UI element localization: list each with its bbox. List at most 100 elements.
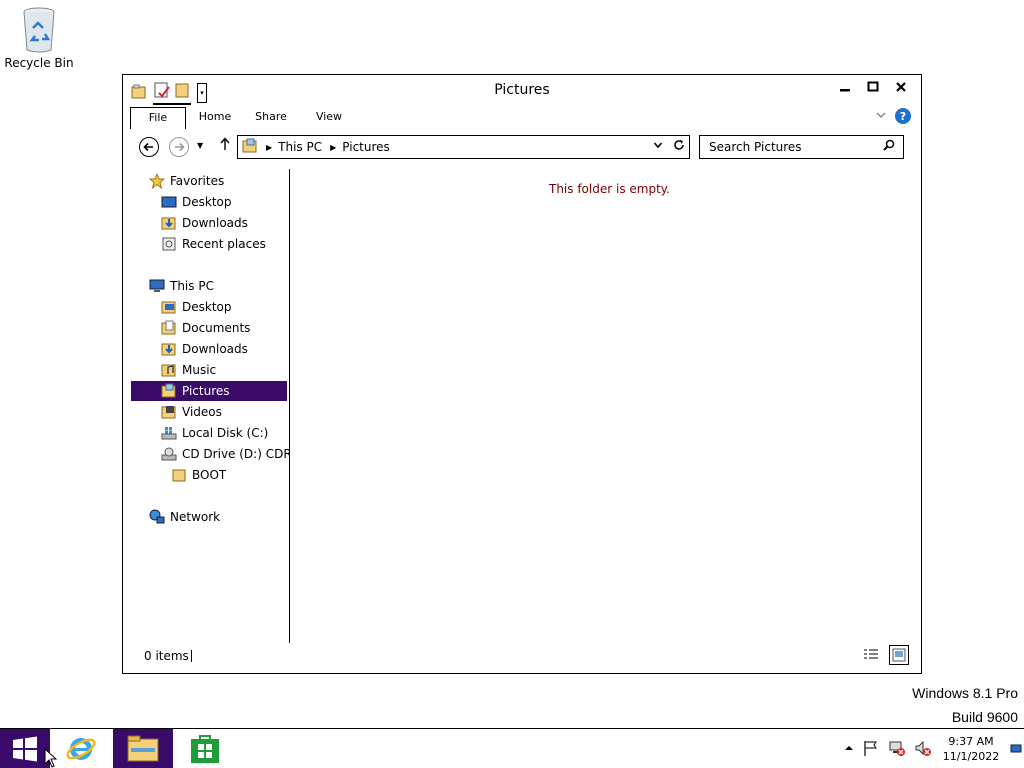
tab-share[interactable]: Share: [249, 107, 293, 129]
back-button[interactable]: [139, 137, 159, 157]
tree-item-cd-drive[interactable]: CD Drive (D:) CDROM: [161, 444, 289, 464]
tab-file[interactable]: File: [130, 107, 186, 129]
pane-splitter[interactable]: [289, 169, 290, 643]
clock[interactable]: 9:37 AM 11/1/2022: [936, 734, 1006, 764]
arrow-left-icon: [143, 142, 153, 152]
refresh-icon[interactable]: [673, 139, 685, 154]
computer-icon: [149, 279, 165, 292]
breadcrumb-separator-icon[interactable]: ▶: [266, 143, 272, 152]
arrow-up-icon: [220, 137, 230, 150]
details-view-icon: [864, 649, 878, 659]
recycle-bin-desktop-icon[interactable]: Recycle Bin: [4, 6, 74, 70]
show-desktop-icon: [1010, 744, 1022, 753]
tree-item-local-disk[interactable]: Local Disk (C:): [161, 423, 268, 443]
network-status-icon[interactable]: [888, 739, 906, 760]
expand-ribbon-icon[interactable]: [875, 109, 887, 123]
file-explorer-taskbar-button[interactable]: [113, 729, 173, 768]
tree-label: Downloads: [182, 342, 248, 356]
close-icon: [896, 82, 906, 92]
tree-label: Videos: [182, 405, 222, 419]
minimize-button[interactable]: [831, 77, 859, 97]
tree-item-this-pc[interactable]: This PC: [149, 276, 214, 296]
recent-places-icon: [162, 237, 176, 251]
recent-locations-dropdown-icon[interactable]: ▼: [197, 141, 203, 150]
close-button[interactable]: [887, 77, 915, 97]
title-bar[interactable]: ▾ Pictures: [123, 75, 921, 105]
tree-label: Local Disk (C:): [182, 426, 269, 440]
details-view-button[interactable]: [861, 645, 881, 665]
large-icons-view-button[interactable]: [889, 645, 909, 665]
tab-home[interactable]: Home: [193, 107, 237, 129]
tree-item-downloads[interactable]: Downloads: [161, 339, 248, 359]
navigation-bar: ▼ ▶ This PC ▶ Pictures Search Pictures: [123, 133, 921, 161]
maximize-icon: [867, 81, 879, 92]
desktop-icon: [161, 196, 177, 208]
recycle-bin-icon: [19, 6, 59, 54]
tree-item-recent-places[interactable]: Recent places: [161, 234, 266, 254]
tree-item-favorites[interactable]: Favorites: [149, 171, 224, 191]
tree-item-fav-desktop[interactable]: Desktop: [161, 192, 232, 212]
tab-view[interactable]: View: [307, 107, 351, 129]
up-button[interactable]: [219, 137, 231, 155]
tree-item-videos[interactable]: Videos: [161, 402, 222, 422]
downloads-folder-icon: [161, 343, 176, 356]
breadcrumb-separator-icon[interactable]: ▶: [330, 143, 336, 152]
os-build-watermark: Build 9600: [951, 709, 1018, 725]
action-center-flag-icon[interactable]: [862, 739, 880, 760]
cd-drive-icon: [161, 447, 177, 461]
pictures-folder-icon: [242, 138, 258, 157]
mouse-pointer-icon: [44, 747, 58, 768]
taskbar: 9:37 AM 11/1/2022: [0, 728, 1024, 768]
network-icon: [149, 509, 165, 524]
tree-item-pictures[interactable]: Pictures: [131, 381, 287, 401]
tree-item-music[interactable]: Music: [161, 360, 216, 380]
internet-explorer-icon: [66, 738, 96, 760]
star-icon: [149, 173, 165, 189]
maximize-button[interactable]: [859, 77, 887, 97]
status-divider: [191, 650, 192, 662]
pictures-folder-icon: [161, 383, 176, 398]
tree-label: This PC: [170, 279, 214, 293]
help-icon[interactable]: ?: [895, 108, 911, 124]
clock-date: 11/1/2022: [942, 750, 1000, 763]
windows-logo-icon: [13, 736, 37, 762]
tree-item-desktop[interactable]: Desktop: [161, 297, 232, 317]
search-input[interactable]: Search Pictures: [699, 135, 904, 159]
breadcrumb-this-pc[interactable]: This PC: [278, 140, 322, 154]
tree-label: Favorites: [170, 174, 225, 188]
volume-muted-icon[interactable]: [914, 739, 932, 760]
hard-drive-icon: [161, 427, 177, 440]
clock-time: 9:37 AM: [948, 735, 994, 748]
large-icons-view-icon: [892, 648, 906, 662]
address-bar[interactable]: ▶ This PC ▶ Pictures: [237, 135, 690, 159]
internet-explorer-taskbar-button[interactable]: [56, 729, 106, 768]
show-desktop-button[interactable]: [1010, 729, 1024, 768]
search-icon[interactable]: [883, 136, 895, 158]
status-bar: 0 items: [123, 645, 921, 671]
file-explorer-icon: [127, 735, 159, 762]
start-button[interactable]: [0, 729, 50, 768]
tree-item-network[interactable]: Network: [149, 507, 220, 527]
tree-label: Pictures: [182, 384, 230, 398]
show-hidden-icons-icon[interactable]: [844, 742, 854, 756]
breadcrumb-pictures[interactable]: Pictures: [342, 140, 390, 154]
minimize-icon: [840, 89, 850, 92]
tree-item-boot[interactable]: BOOT: [171, 465, 226, 485]
documents-folder-icon: [161, 320, 176, 335]
empty-folder-message: This folder is empty.: [549, 182, 670, 196]
tree-label: Recent places: [182, 237, 266, 251]
store-taskbar-button[interactable]: [180, 729, 230, 768]
os-version-watermark: Windows 8.1 Pro: [912, 685, 1018, 701]
address-history-dropdown-icon[interactable]: [653, 139, 663, 154]
tree-label: CD Drive (D:) CDROM: [182, 447, 289, 461]
tree-item-fav-downloads[interactable]: Downloads: [161, 213, 248, 233]
window-title: Pictures: [494, 82, 550, 98]
item-count: 0 items: [144, 649, 189, 663]
system-tray: 9:37 AM 11/1/2022: [840, 729, 1024, 768]
tree-item-documents[interactable]: Documents: [161, 318, 250, 338]
navigation-pane: Favorites Desktop Downloads Recent place…: [131, 169, 289, 643]
forward-button[interactable]: [169, 137, 189, 157]
arrow-right-icon: [175, 142, 185, 152]
tree-label: Desktop: [182, 300, 232, 314]
downloads-folder-icon: [161, 217, 176, 230]
